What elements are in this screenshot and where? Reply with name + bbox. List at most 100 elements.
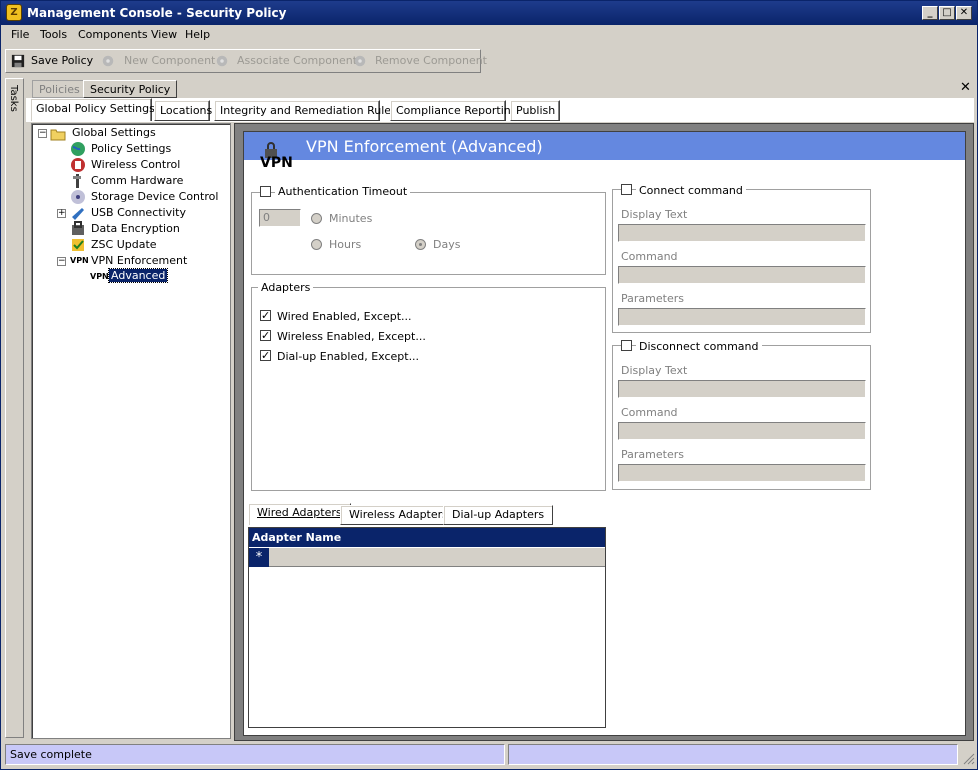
tree-item-wireless-control[interactable]: Wireless Control (91, 158, 180, 171)
disconnect-parameters-label: Parameters (621, 448, 684, 461)
tree-item-comm-hardware[interactable]: Comm Hardware (91, 174, 183, 187)
tasks-pane-toggle[interactable]: Tasks (5, 78, 24, 738)
tree-item-data-encryption[interactable]: Data Encryption (91, 222, 180, 235)
disconnect-display-text-label: Display Text (621, 364, 688, 377)
tab-wireless-adapters[interactable]: Wireless Adapters (340, 505, 457, 525)
status-text: Save complete (5, 744, 505, 765)
remove-component-button[interactable]: Remove Component (375, 54, 487, 67)
settings-tree: − Global Settings Policy Settings Wirele… (31, 123, 231, 739)
window-title: Management Console - Security Policy (27, 6, 287, 20)
tab-locations[interactable]: Locations (154, 100, 212, 121)
minutes-label: Minutes (329, 212, 373, 225)
zsc-update-icon (72, 239, 84, 251)
associate-component-button[interactable]: Associate Component (237, 54, 357, 67)
tab-wired-adapters[interactable]: Wired Adapters (248, 503, 351, 525)
wired-enabled-checkbox[interactable]: ✓ (260, 310, 271, 321)
app-icon: Z (6, 4, 22, 21)
resize-grip-icon[interactable] (961, 751, 975, 765)
expand-icon[interactable]: + (57, 209, 66, 218)
toolbar: Save Policy New Component Associate Comp… (5, 49, 487, 73)
new-row[interactable]: * (249, 548, 605, 567)
minutes-radio[interactable] (311, 213, 322, 224)
tree-item-global-settings[interactable]: Global Settings (72, 126, 156, 139)
vpn-advanced-panel: VPN Enforcement (Advanced) VPN Authentic… (243, 131, 966, 736)
connect-command-label: Connect command (636, 184, 746, 197)
menu-bar: File Tools Components View Help (1, 25, 977, 45)
wireless-enabled-checkbox[interactable]: ✓ (260, 330, 271, 341)
connect-display-text-label: Display Text (621, 208, 688, 221)
connect-command-checkbox[interactable] (621, 184, 632, 195)
tab-compliance-reporting[interactable]: Compliance Reporting (390, 100, 518, 121)
disconnect-command-field-label: Command (621, 406, 678, 419)
disconnect-parameters-field[interactable] (618, 464, 866, 482)
status-panel-2 (508, 744, 958, 765)
collapse-icon[interactable]: − (38, 129, 47, 138)
app-window: Z Management Console - Security Policy _… (0, 0, 978, 770)
auth-timeout-group (251, 192, 606, 275)
adapter-name-column-header[interactable]: Adapter Name (249, 528, 605, 547)
wired-enabled-label: Wired Enabled, Except... (277, 310, 412, 323)
tree-item-vpn-enforcement[interactable]: VPN Enforcement (91, 254, 187, 267)
menu-components[interactable]: Components (78, 28, 148, 41)
doc-tab-policies[interactable]: Policies (32, 80, 87, 98)
connect-command-field[interactable] (618, 266, 866, 284)
maximize-button[interactable]: □ (939, 6, 955, 20)
status-bar: Save complete (1, 741, 977, 769)
policy-tabs: Global Policy Settings Locations Integri… (26, 98, 974, 122)
menu-tools[interactable]: Tools (40, 28, 67, 41)
vpn-logo: VPN (260, 155, 293, 171)
folder-open-icon (50, 129, 66, 141)
tree-item-advanced[interactable]: Advanced (107, 268, 169, 283)
hours-label: Hours (329, 238, 362, 251)
tab-global-policy-settings[interactable]: Global Policy Settings (30, 98, 155, 121)
title-bar: Z Management Console - Security Policy _… (1, 1, 977, 25)
dialup-enabled-checkbox[interactable]: ✓ (260, 350, 271, 361)
tree-item-usb-connectivity[interactable]: USB Connectivity (91, 206, 186, 219)
storage-device-icon (71, 190, 85, 204)
tab-integrity-remediation-rules[interactable]: Integrity and Remediation Rules (214, 100, 397, 121)
tree-item-policy-settings[interactable]: Policy Settings (91, 142, 171, 155)
disconnect-command-label: Disconnect command (636, 340, 762, 353)
associate-component-icon (216, 55, 228, 67)
connect-parameters-field[interactable] (618, 308, 866, 326)
tree-item-storage-device-control[interactable]: Storage Device Control (91, 190, 218, 203)
timeout-spinner[interactable]: 0 (259, 209, 301, 227)
floppy-disk-icon (11, 54, 25, 68)
new-component-icon (102, 55, 114, 67)
wireless-enabled-label: Wireless Enabled, Except... (277, 330, 426, 343)
usb-icon (72, 208, 84, 220)
panel-title: VPN Enforcement (Advanced) (306, 137, 543, 156)
collapse-icon[interactable]: − (57, 257, 66, 266)
tab-dialup-adapters[interactable]: Dial-up Adapters (443, 505, 554, 525)
menu-view[interactable]: View (151, 28, 177, 41)
adapter-grid: Adapter Name * (248, 527, 606, 728)
doc-tab-security-policy[interactable]: Security Policy (83, 80, 178, 98)
menu-file[interactable]: File (11, 28, 29, 41)
panel-header: VPN Enforcement (Advanced) (244, 132, 965, 160)
hours-radio[interactable] (311, 239, 322, 250)
menu-help[interactable]: Help (185, 28, 210, 41)
adapters-label: Adapters (258, 281, 314, 294)
vpn-advanced-icon: VPN (90, 272, 109, 281)
dialup-enabled-label: Dial-up Enabled, Except... (277, 350, 420, 363)
days-radio[interactable] (415, 239, 426, 250)
connect-display-text-field[interactable] (618, 224, 866, 242)
tab-publish[interactable]: Publish (510, 100, 560, 121)
disconnect-command-field[interactable] (618, 422, 866, 440)
connect-command-field-label: Command (621, 250, 678, 263)
data-encryption-icon (72, 221, 84, 235)
disconnect-command-checkbox[interactable] (621, 340, 632, 351)
save-policy-button[interactable]: Save Policy (31, 54, 93, 67)
close-document-icon[interactable]: ✕ (960, 80, 971, 95)
disconnect-display-text-field[interactable] (618, 380, 866, 398)
vpn-icon: VPN (70, 256, 89, 265)
new-component-button[interactable]: New Component (124, 54, 215, 67)
connect-parameters-label: Parameters (621, 292, 684, 305)
close-button[interactable]: ✕ (956, 6, 972, 20)
document-tabbar: Policies Security Policy ✕ (26, 78, 974, 98)
wireless-control-icon (71, 158, 85, 172)
new-row-icon: * (249, 548, 269, 567)
minimize-button[interactable]: _ (922, 6, 938, 20)
tree-item-zsc-update[interactable]: ZSC Update (91, 238, 157, 251)
auth-timeout-checkbox[interactable] (260, 186, 271, 197)
